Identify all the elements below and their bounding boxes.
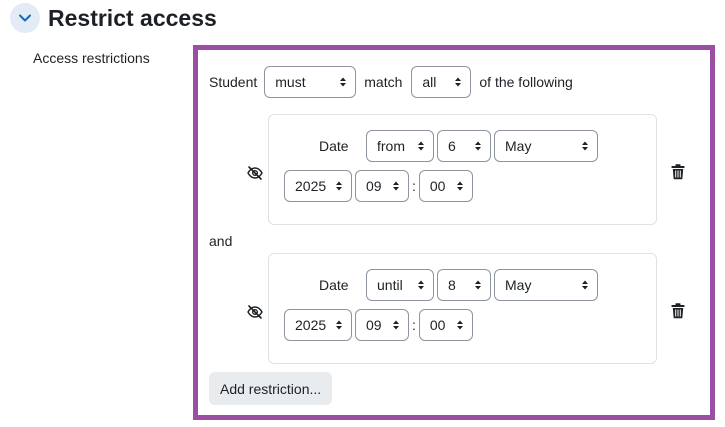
date-condition-row-2: Date until 8 May <box>319 269 598 301</box>
day-select[interactable]: 8 <box>437 269 491 301</box>
day-value: 6 <box>448 138 456 154</box>
select-caret-icon <box>455 77 462 87</box>
select-caret-icon <box>393 320 399 330</box>
match-all-select[interactable]: all <box>411 66 472 98</box>
year-select[interactable]: 2025 <box>284 170 352 202</box>
eye-slash-icon[interactable] <box>247 304 263 320</box>
select-caret-icon <box>475 141 481 151</box>
trash-icon[interactable] <box>671 164 685 180</box>
access-restrictions-label: Access restrictions <box>33 50 150 66</box>
date-type-label: Date <box>319 277 349 293</box>
select-caret-icon <box>340 77 347 87</box>
minute-select[interactable]: 00 <box>418 170 473 202</box>
direction-value: from <box>377 138 405 154</box>
minute-value: 00 <box>429 317 446 333</box>
select-caret-icon <box>582 280 588 290</box>
select-caret-icon <box>418 141 424 151</box>
select-caret-icon <box>336 320 342 330</box>
section-title: Restrict access <box>48 4 217 31</box>
all-select-value: all <box>422 74 437 90</box>
time-row-1: 2025 09 : 00 <box>284 170 473 202</box>
time-row-2: 2025 09 : 00 <box>284 309 473 341</box>
year-select[interactable]: 2025 <box>284 309 352 341</box>
chevron-down-icon <box>19 14 31 22</box>
time-separator: : <box>412 178 416 194</box>
date-type-label: Date <box>319 138 349 154</box>
direction-value: until <box>377 277 403 293</box>
month-select[interactable]: May <box>494 269 598 301</box>
date-condition-card: Date from 6 May 2025 09 : 00 <box>268 114 657 225</box>
month-value: May <box>505 138 532 154</box>
select-caret-icon <box>456 181 463 191</box>
match-label: match <box>364 74 403 90</box>
day-value: 8 <box>448 277 456 293</box>
must-select[interactable]: must <box>264 66 357 98</box>
select-caret-icon <box>582 141 588 151</box>
must-select-value: must <box>275 74 306 90</box>
select-caret-icon <box>418 280 424 290</box>
restriction-header-row: Student must match all of the following <box>209 66 573 98</box>
date-direction-select[interactable]: from <box>366 130 434 162</box>
year-value: 2025 <box>295 317 327 333</box>
date-condition-card: Date until 8 May 2025 09 : 00 <box>268 253 657 364</box>
minute-select[interactable]: 00 <box>418 309 473 341</box>
hour-select[interactable]: 09 <box>355 170 409 202</box>
section-header: Restrict access <box>10 3 217 33</box>
minute-value: 00 <box>429 178 446 194</box>
trash-icon[interactable] <box>671 303 685 319</box>
time-separator: : <box>412 317 416 333</box>
select-caret-icon <box>456 320 463 330</box>
date-condition-row-1: Date from 6 May <box>319 130 598 162</box>
hour-value: 09 <box>366 178 382 194</box>
restrictions-container: Student must match all of the following … <box>193 45 715 420</box>
month-select[interactable]: May <box>494 130 598 162</box>
and-connector-label: and <box>209 233 233 249</box>
collapse-toggle-button[interactable] <box>10 3 40 33</box>
year-value: 2025 <box>295 178 327 194</box>
student-label: Student <box>209 74 258 90</box>
select-caret-icon <box>336 181 342 191</box>
day-select[interactable]: 6 <box>437 130 491 162</box>
hour-value: 09 <box>366 317 382 333</box>
select-caret-icon <box>475 280 481 290</box>
select-caret-icon <box>393 181 399 191</box>
add-restriction-button[interactable]: Add restriction... <box>209 372 333 405</box>
eye-slash-icon[interactable] <box>247 165 263 181</box>
date-direction-select[interactable]: until <box>366 269 434 301</box>
hour-select[interactable]: 09 <box>355 309 409 341</box>
month-value: May <box>505 277 532 293</box>
of-the-following-label: of the following <box>479 74 573 90</box>
